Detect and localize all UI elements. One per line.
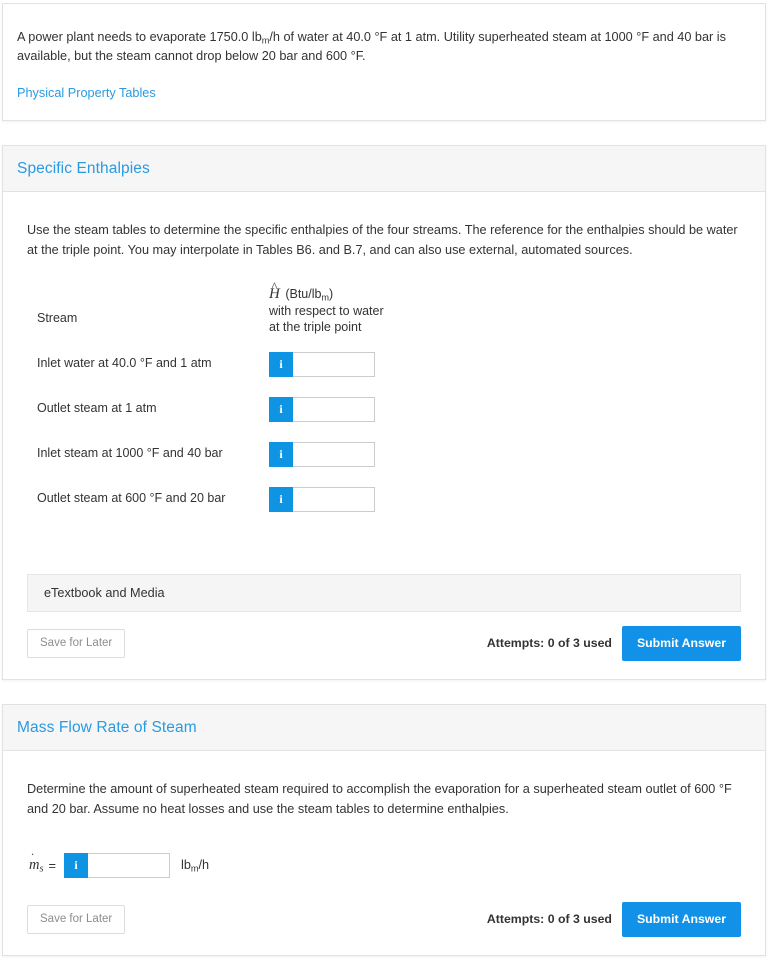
mass-flow-actions-right: Attempts: 0 of 3 used Submit Answer [486,901,741,937]
table-row: Inlet steam at 1000 °F and 40 bar i [27,432,384,477]
answer-field-outlet-steam-1atm: i [269,396,375,422]
enthalpy-input-outlet-steam-1atm[interactable] [293,396,375,422]
stream-answer-cell-inlet-water: i [269,342,384,387]
assignment-page: A power plant needs to evaporate 1750.0 … [0,3,768,956]
stream-answer-cell-outlet-steam-20bar: i [269,477,384,522]
enthalpy-input-inlet-water[interactable] [293,351,375,377]
answer-field-outlet-steam-20bar: i [269,486,375,512]
problem-statement-text: A power plant needs to evaporate 1750.0 … [17,28,751,66]
answer-field-mass-flow: i [64,852,171,878]
problem-statement-body: A power plant needs to evaporate 1750.0 … [3,4,765,120]
stream-label-outlet-steam-1atm: Outlet steam at 1 atm [37,400,157,415]
submit-answer-button[interactable]: Submit Answer [621,625,741,661]
specific-enthalpies-card: Specific Enthalpies Use the steam tables… [2,145,766,680]
stream-label-inlet-steam: Inlet steam at 1000 °F and 40 bar [37,445,223,460]
mass-flow-symbol: ˙ ms [29,851,44,875]
mass-flow-rate-header: Mass Flow Rate of Steam [3,704,765,751]
info-icon[interactable]: i [269,396,293,422]
mass-flow-units-subscript: m [190,863,199,874]
specific-enthalpies-title: Specific Enthalpies [17,160,150,177]
table-row: Inlet water at 40.0 °F and 1 atm i [27,342,384,387]
save-for-later-button[interactable]: Save for Later [27,904,126,934]
stream-answer-cell-outlet-steam-1atm: i [269,387,384,432]
etextbook-and-media-bar[interactable]: eTextbook and Media [27,573,741,612]
table-row: Outlet steam at 600 °F and 20 bar i [27,477,384,522]
enthalpy-input-inlet-steam[interactable] [293,441,375,467]
column-header-enthalpy: ^ H (Btu/lbm) with respect to water at th… [269,280,384,342]
mass-flow-units: lbm/h [181,858,210,874]
stream-label-inlet-water: Inlet water at 40.0 °F and 1 atm [37,355,212,370]
info-icon[interactable]: i [269,486,293,512]
mass-flow-actions: Save for Later Attempts: 0 of 3 used Sub… [27,901,741,941]
info-icon[interactable]: i [64,852,89,878]
enthalpy-input-outlet-steam-20bar[interactable] [293,486,375,512]
save-for-later-button[interactable]: Save for Later [27,628,126,658]
enthalpies-actions: Save for Later Attempts: 0 of 3 used Sub… [27,625,741,665]
answer-field-inlet-water: i [269,351,375,377]
attempts-status: Attempts: 0 of 3 used [486,636,612,650]
mass-flow-symbol-subscript: s [39,863,44,875]
specific-enthalpies-header: Specific Enthalpies [3,146,765,192]
mass-flow-units-prefix: lb [181,858,191,872]
answer-field-inlet-steam: i [269,441,375,467]
specific-enthalpies-body: Use the steam tables to determine the sp… [3,192,765,679]
stream-answer-cell-inlet-steam: i [269,432,384,477]
enthalpies-table: Stream ^ H (Btu/lbm) with respect to wate… [27,280,384,522]
mass-flow-input-row: ˙ ms = i lbm/h [27,851,741,878]
problem-statement-card: A power plant needs to evaporate 1750.0 … [2,3,766,121]
table-row: Outlet steam at 1 atm i [27,387,384,432]
submit-answer-button[interactable]: Submit Answer [621,901,741,937]
enthalpy-reference-line-1: with respect to water [269,303,384,318]
info-icon[interactable]: i [269,351,293,377]
enthalpy-units-prefix: (Btu/lb [285,287,322,301]
mass-flow-rate-body: Determine the amount of superheated stea… [3,751,765,955]
problem-text-part-1: A power plant needs to evaporate 1750.0 … [17,30,262,44]
mass-flow-rate-title: Mass Flow Rate of Steam [17,718,197,736]
stream-label-outlet-steam-20bar: Outlet steam at 600 °F and 20 bar [37,490,226,505]
table-header-row: Stream ^ H (Btu/lbm) with respect to wate… [27,280,384,342]
column-header-stream: Stream [37,311,78,325]
mass-flow-units-suffix: /h [198,858,210,872]
enthalpy-units-subscript: m [321,292,329,303]
mass-flow-rate-card: Mass Flow Rate of Steam Determine the am… [2,703,766,956]
overdot-icon: ˙ [30,849,35,865]
enthalpy-reference-line-2: at the triple point [269,320,362,334]
circumflex-accent-icon: ^ [271,279,278,294]
equals-sign: = [48,857,57,873]
enthalpy-units-suffix: ) [328,287,334,301]
enthalpies-actions-right: Attempts: 0 of 3 used Submit Answer [486,625,741,661]
mass-flow-rate-instructions: Determine the amount of superheated stea… [27,781,732,816]
specific-enthalpies-instructions: Use the steam tables to determine the sp… [27,223,738,257]
mass-flow-input[interactable] [88,852,171,878]
info-icon[interactable]: i [269,441,293,467]
enthalpy-symbol: ^ H [269,280,282,303]
physical-property-tables-link[interactable]: Physical Property Tables [17,86,156,100]
attempts-status: Attempts: 0 of 3 used [486,912,612,926]
